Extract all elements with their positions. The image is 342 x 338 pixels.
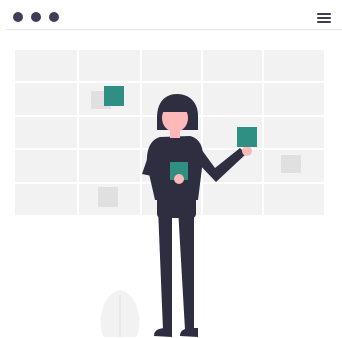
- person-leg: [158, 208, 172, 330]
- person-hand: [242, 146, 252, 156]
- person-leg: [178, 208, 194, 330]
- gray-card: [281, 155, 301, 173]
- person-shoe: [180, 328, 198, 337]
- gray-card: [98, 187, 118, 207]
- person-hand: [174, 174, 184, 184]
- teal-card: [104, 86, 124, 106]
- person-illustration: [15, 50, 324, 337]
- person-shoe: [154, 328, 172, 337]
- teal-card: [237, 127, 257, 147]
